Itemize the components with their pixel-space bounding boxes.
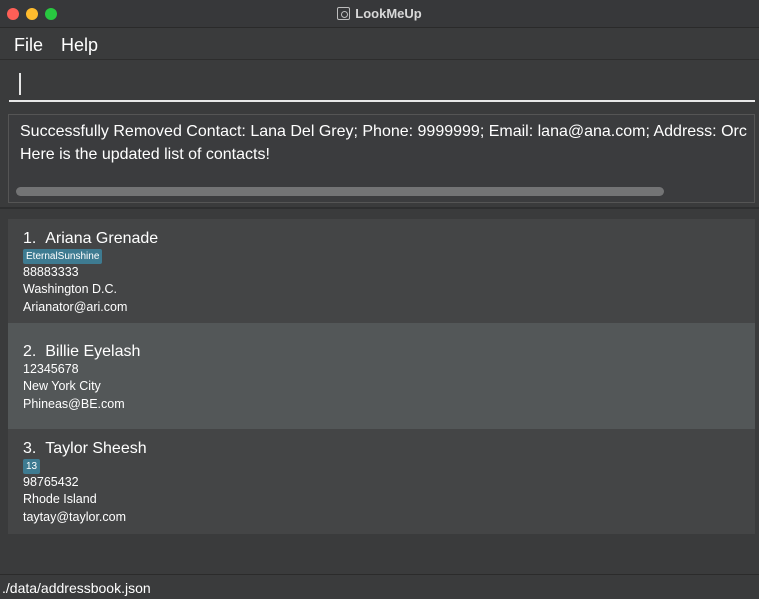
contact-name: Ariana Grenade xyxy=(45,230,159,247)
contact-name-row: 1. Ariana Grenade xyxy=(23,230,158,248)
contact-index: 1. xyxy=(23,230,37,247)
contact-tag: EternalSunshine xyxy=(23,249,103,264)
contact-index: 2. xyxy=(23,343,37,360)
contact-phone: 88883333 xyxy=(23,265,79,279)
window-title: LookMeUp xyxy=(355,6,422,21)
contact-email: Arianator@ari.com xyxy=(23,300,128,314)
contact-address: Rhode Island xyxy=(23,492,97,506)
contact-card-selected[interactable]: 2. Billie Eyelash 12345678 New York City… xyxy=(8,323,755,429)
contact-name-row: 3. Taylor Sheesh xyxy=(23,440,147,458)
horizontal-scrollbar[interactable] xyxy=(16,187,664,196)
status-bar: ./data/addressbook.json xyxy=(0,574,759,599)
command-box xyxy=(0,61,759,107)
contact-address: Washington D.C. xyxy=(23,282,118,296)
menu-file[interactable]: File xyxy=(14,35,43,56)
contact-tag: 13 xyxy=(23,459,41,474)
contact-list: 1. Ariana Grenade EternalSunshine 888833… xyxy=(8,219,755,534)
contact-index: 3. xyxy=(23,440,37,457)
result-message-line-2: Here is the updated list of contacts! xyxy=(20,146,270,163)
contact-phone: 98765432 xyxy=(23,475,79,489)
menu-help[interactable]: Help xyxy=(61,35,98,56)
save-file-path: ./data/addressbook.json xyxy=(2,580,151,596)
contact-email: Phineas@BE.com xyxy=(23,397,125,411)
contact-name: Taylor Sheesh xyxy=(45,440,147,457)
contact-card[interactable]: 1. Ariana Grenade EternalSunshine 888833… xyxy=(8,219,755,323)
contact-address: New York City xyxy=(23,379,101,393)
contact-card[interactable]: 3. Taylor Sheesh 13 98765432 Rhode Islan… xyxy=(8,429,755,534)
panel-divider xyxy=(0,207,759,209)
text-caret xyxy=(19,73,21,95)
command-input[interactable] xyxy=(9,67,755,102)
result-message-line-1: Successfully Removed Contact: Lana Del G… xyxy=(20,123,747,140)
menu-bar: File Help xyxy=(0,29,759,60)
title-bar: LookMeUp xyxy=(0,0,759,28)
contact-name-row: 2. Billie Eyelash xyxy=(23,343,140,361)
window-title-group: LookMeUp xyxy=(0,6,759,21)
app-icon xyxy=(337,7,351,20)
contact-email: taytay@taylor.com xyxy=(23,510,127,524)
contact-name: Billie Eyelash xyxy=(45,343,141,360)
result-display[interactable]: Successfully Removed Contact: Lana Del G… xyxy=(8,114,755,203)
contact-phone: 12345678 xyxy=(23,362,79,376)
